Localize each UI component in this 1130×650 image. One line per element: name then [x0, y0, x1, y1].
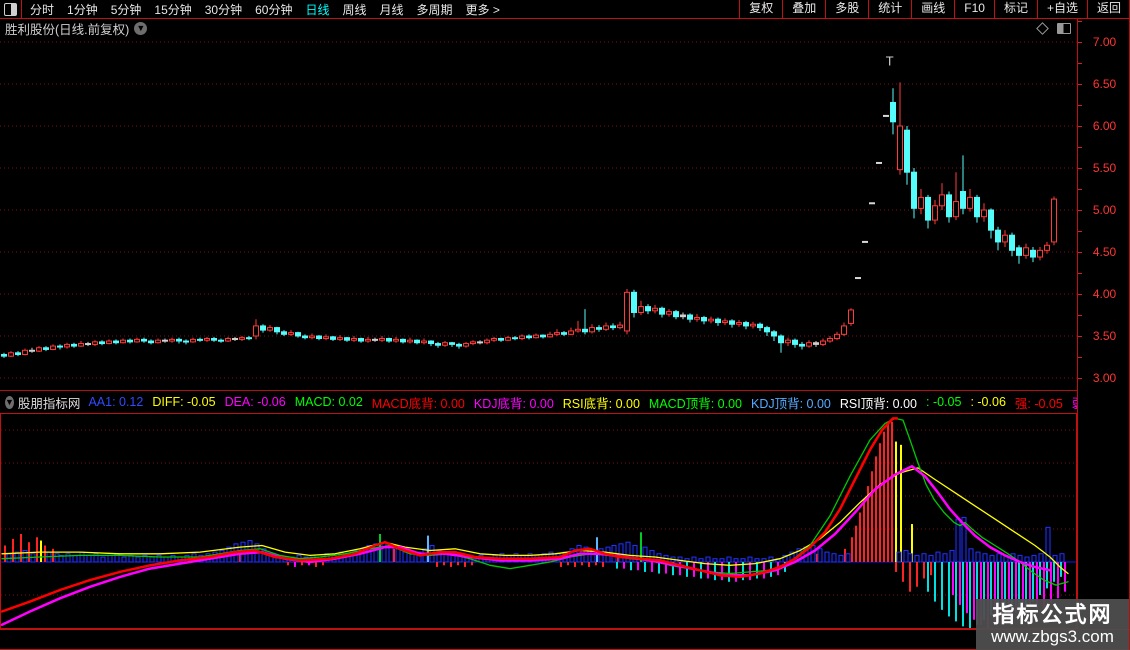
indicator-value: : -0.06 [970, 395, 1006, 409]
indicator-value: RSI顶背: 0.00 [839, 396, 918, 411]
title-bar: 胜利股份(日线.前复权) ▼ [0, 19, 1077, 38]
period-menu: 分时 1分钟 5分钟 15分钟 30分钟 60分钟 日线 周线 月线 多周期 更多 > [22, 1, 739, 18]
axis-tick [1078, 357, 1082, 358]
price-axis-label: 7.00 [1092, 35, 1117, 49]
axis-tick [1078, 42, 1082, 43]
axis-tick [1078, 126, 1082, 127]
indicator-value: RSI底背: 0.00 [562, 396, 640, 411]
title-bar-icons [1036, 22, 1071, 35]
action-button-叠加[interactable]: 叠加 [782, 0, 825, 18]
period-tab-月线[interactable]: 月线 [380, 1, 404, 18]
period-tab-更多 >[interactable]: 更多 > [466, 1, 500, 18]
action-button-统计[interactable]: 统计 [868, 0, 911, 18]
indicator-value: DEA: -0.06 [224, 395, 286, 409]
price-axis-label: 6.50 [1092, 77, 1117, 91]
indicator-value: : -0.05 [926, 395, 962, 409]
axis-tick [1078, 84, 1082, 85]
indicator-axis [1077, 391, 1130, 629]
price-axis-label: 5.00 [1092, 203, 1117, 217]
price-axis-label: 3.00 [1092, 371, 1117, 385]
price-axis-label: 4.50 [1092, 245, 1117, 259]
action-button-画线[interactable]: 画线 [911, 0, 954, 18]
price-axis: 7.00 6.50 6.00 5.50 5.00 4.50 4.00 3.50 3.00 [1077, 18, 1130, 391]
indicator-value: KDJ底背: 0.00 [473, 396, 554, 411]
axis-tick [1078, 252, 1082, 253]
axis-tick [1078, 336, 1082, 337]
axis-tick [1078, 189, 1082, 190]
action-button-多股[interactable]: 多股 [825, 0, 868, 18]
action-button-F10[interactable]: F10 [954, 0, 994, 18]
price-axis-label: 6.00 [1092, 119, 1117, 133]
period-tab-周线[interactable]: 周线 [342, 1, 366, 18]
watermark: 指标公式网 www.zbgs3.com [976, 599, 1129, 650]
toolbar: 分时 1分钟 5分钟 15分钟 30分钟 60分钟 日线 周线 月线 多周期 更多 > 复权 叠加 多股… [0, 0, 1130, 19]
axis-tick [1078, 168, 1082, 169]
axis-tick [1078, 378, 1082, 379]
axis-tick [1078, 105, 1082, 106]
period-tab-60分钟[interactable]: 60分钟 [255, 1, 292, 18]
period-tab-多周期[interactable]: 多周期 [417, 1, 453, 18]
axis-tick [1078, 231, 1082, 232]
indicator-value: AA1: 0.12 [88, 395, 144, 409]
period-tab-5分钟[interactable]: 5分钟 [111, 1, 142, 18]
action-button-标记[interactable]: 标记 [993, 0, 1037, 18]
axis-tick [1078, 21, 1082, 22]
trading-app-window: 分时 1分钟 5分钟 15分钟 30分钟 60分钟 日线 周线 月线 多周期 更多 > 复权 叠加 多股… [0, 0, 1130, 650]
timeline[interactable] [0, 629, 1130, 650]
collapse-icon[interactable]: ▼ [5, 395, 14, 409]
axis-tick [1078, 294, 1082, 295]
svg-text:T: T [885, 55, 894, 69]
period-tab-30分钟[interactable]: 30分钟 [205, 1, 242, 18]
period-tab-1分钟[interactable]: 1分钟 [67, 1, 98, 18]
indicator-header: ▼ 股朋指标网 AA1: 0.12 DIFF: -0.05 DEA: -0.06 MA… [0, 391, 1077, 413]
toolbar-actions: 复权 叠加 多股 统计 画线 F10 标记 +自选 返回 [739, 0, 1130, 18]
indicator-value: KDJ顶背: 0.00 [751, 396, 831, 411]
price-axis-label: 3.50 [1092, 329, 1117, 343]
axis-tick [1078, 147, 1082, 148]
indicator-value: 强: -0.05 [1014, 396, 1063, 411]
price-axis-label: 4.00 [1092, 287, 1117, 301]
layout-toggle-button[interactable] [0, 0, 22, 18]
axis-tick [1078, 63, 1082, 64]
page-title: 胜利股份(日线.前复权) [5, 23, 130, 37]
action-button-复权[interactable]: 复权 [739, 0, 782, 18]
watermark-url: www.zbgs3.com [991, 626, 1114, 646]
action-button-+自选[interactable]: +自选 [1036, 0, 1087, 18]
axis-tick [1078, 273, 1082, 274]
indicator-value: MACD: 0.02 [294, 395, 363, 409]
action-button-返回[interactable]: 返回 [1086, 0, 1130, 18]
chevron-down-icon[interactable]: ▼ [134, 22, 148, 35]
axis-tick [1078, 210, 1082, 211]
indicator-value: MACD顶背: 0.00 [648, 396, 742, 411]
indicator-source-label: 股朋指标网 [17, 396, 81, 411]
split-window-icon[interactable] [1057, 23, 1071, 34]
split-layout-icon [4, 2, 17, 16]
indicator-chart[interactable] [0, 413, 1077, 629]
indicator-value: MACD底背: 0.00 [371, 396, 465, 411]
period-tab-日线[interactable]: 日线 [305, 1, 329, 18]
indicator-value: DIFF: -0.05 [152, 395, 216, 409]
price-axis-label: 5.50 [1092, 161, 1117, 175]
period-tab-15分钟[interactable]: 15分钟 [154, 1, 191, 18]
axis-tick [1078, 315, 1082, 316]
period-tab-分时[interactable]: 分时 [30, 1, 54, 18]
watermark-title: 指标公式网 [992, 601, 1113, 627]
candlestick-chart[interactable]: T [0, 38, 1077, 391]
diamond-icon[interactable] [1036, 22, 1049, 35]
